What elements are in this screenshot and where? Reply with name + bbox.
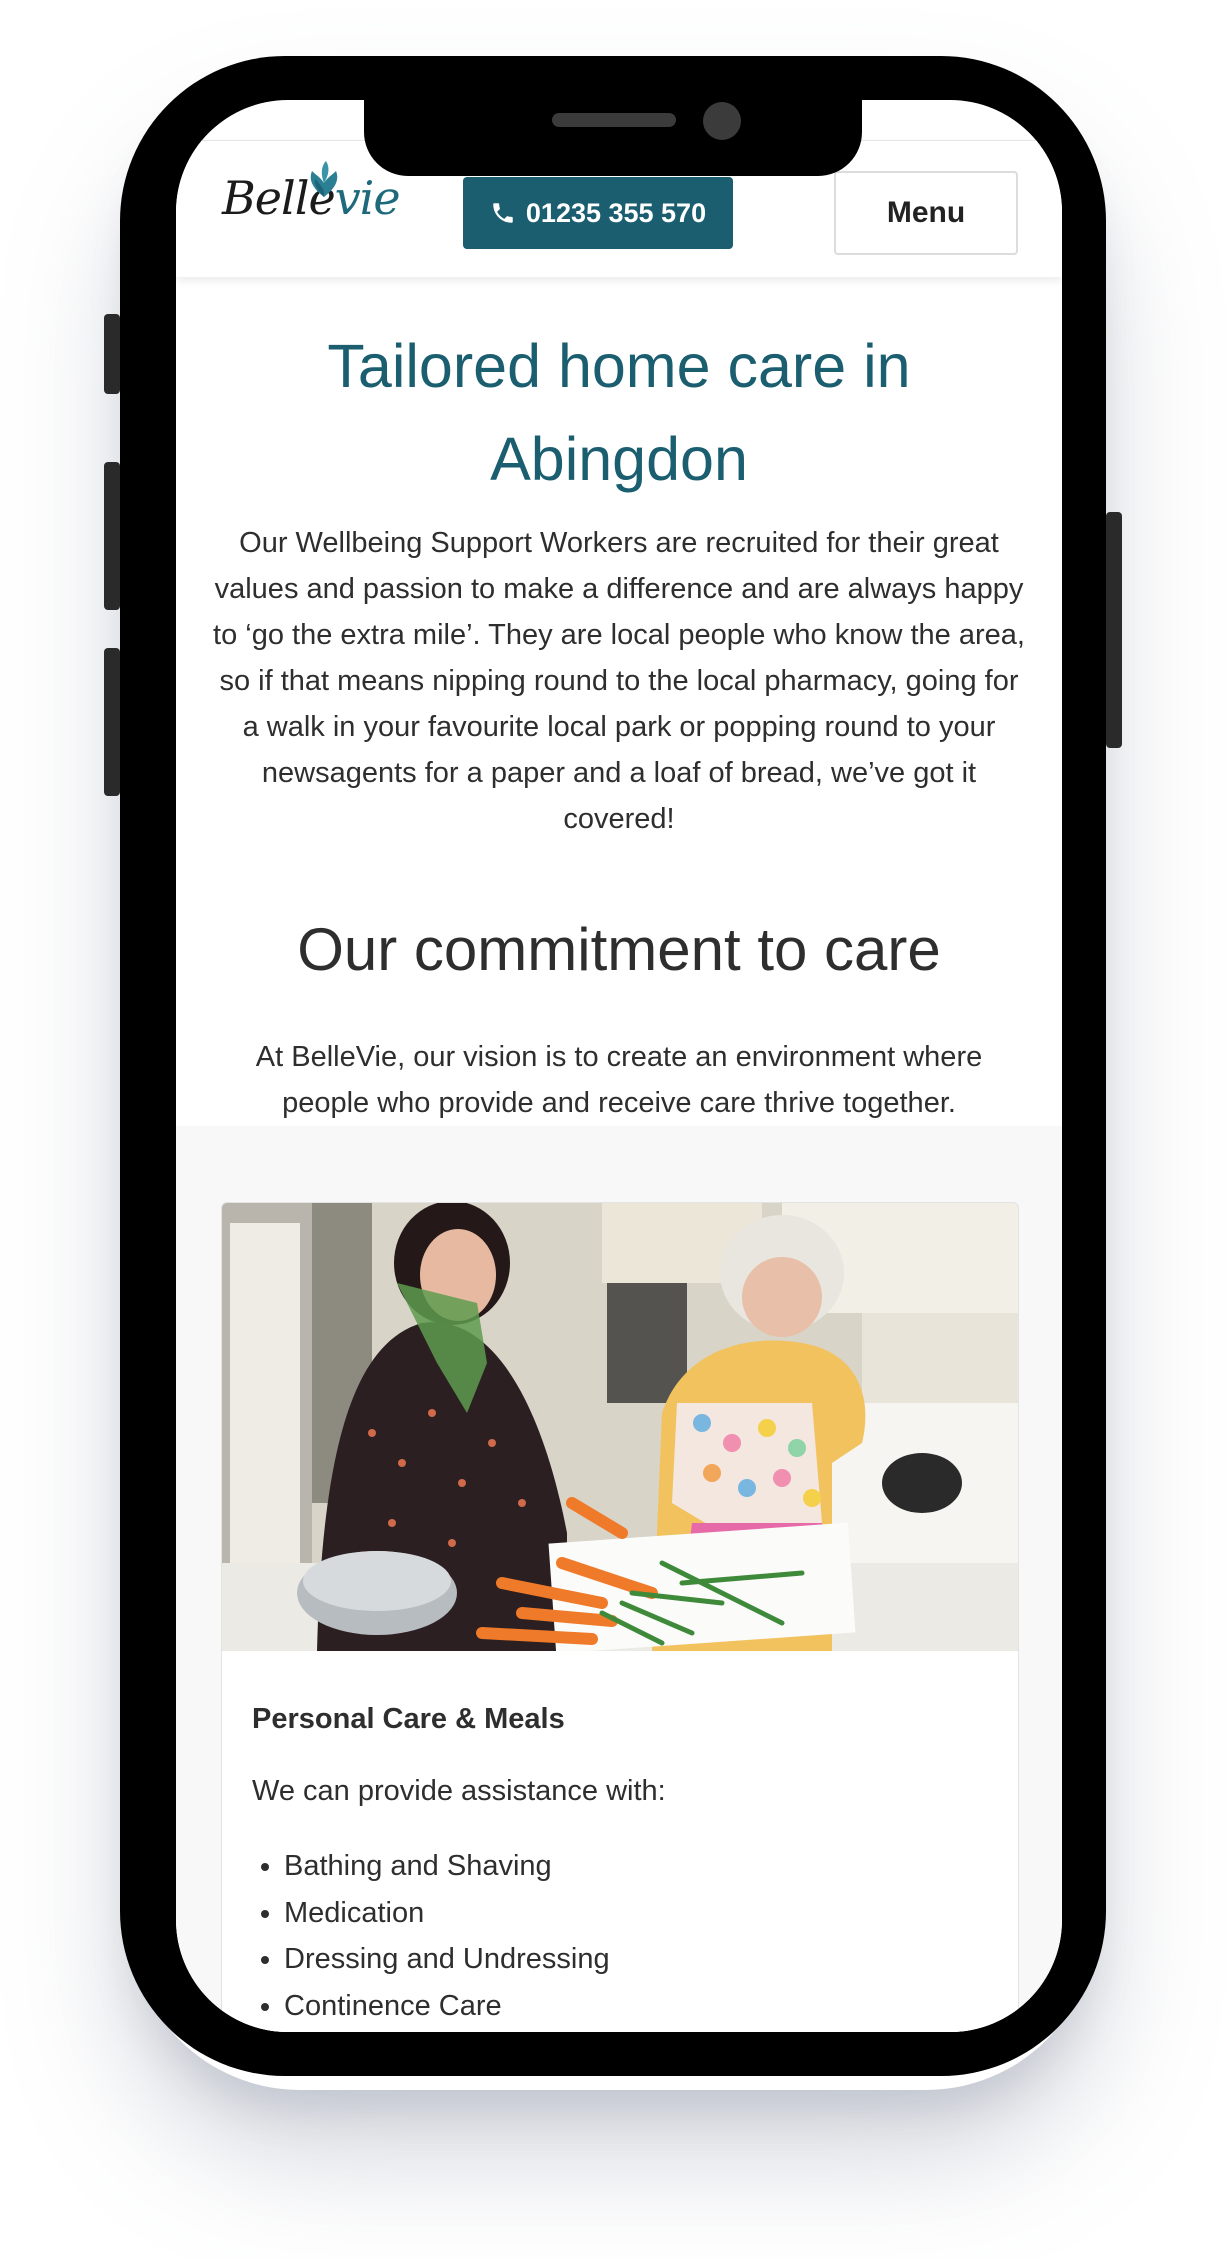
list-item: Medication <box>284 1890 610 1937</box>
site-logo[interactable]: Bellevie <box>222 161 401 247</box>
card-intro: We can provide assistance with: <box>252 1775 666 1807</box>
commitment-description: At BelleVie, our vision is to create an … <box>255 1041 983 1119</box>
device-screen: Bellevie 01235 355 570 Menu Tailored hom… <box>176 100 1062 2032</box>
earpiece-speaker <box>552 113 676 127</box>
card-heading: Personal Care & Meals <box>252 1703 565 1735</box>
device-volume-up-button <box>104 462 120 610</box>
menu-button[interactable]: Menu <box>834 171 1018 255</box>
front-camera <box>703 102 741 140</box>
hero-description: Our Wellbeing Support Workers are recrui… <box>213 527 1025 835</box>
phone-number: 01235 355 570 <box>525 197 707 228</box>
list-item: Bathing and Shaving <box>284 1843 610 1890</box>
care-photo <box>222 1203 1018 1651</box>
list-item: Continence Care <box>284 1983 610 2030</box>
commitment-heading: Our commitment to care <box>297 916 941 983</box>
device-notch <box>364 100 862 176</box>
hero-title: Tailored home care in Abingdon <box>327 332 911 493</box>
device-volume-down-button <box>104 648 120 796</box>
service-card: Personal Care & Meals We can provide ass… <box>221 1202 1019 2032</box>
flower-icon <box>310 161 338 197</box>
device-power-button <box>1106 512 1122 748</box>
services-list: Bathing and Shaving Medication Dressing … <box>252 1843 610 2029</box>
list-item: Dressing and Undressing <box>284 1936 610 1983</box>
phone-icon <box>493 203 513 223</box>
call-button[interactable]: 01235 355 570 <box>463 177 733 249</box>
device-mute-switch <box>104 314 120 394</box>
